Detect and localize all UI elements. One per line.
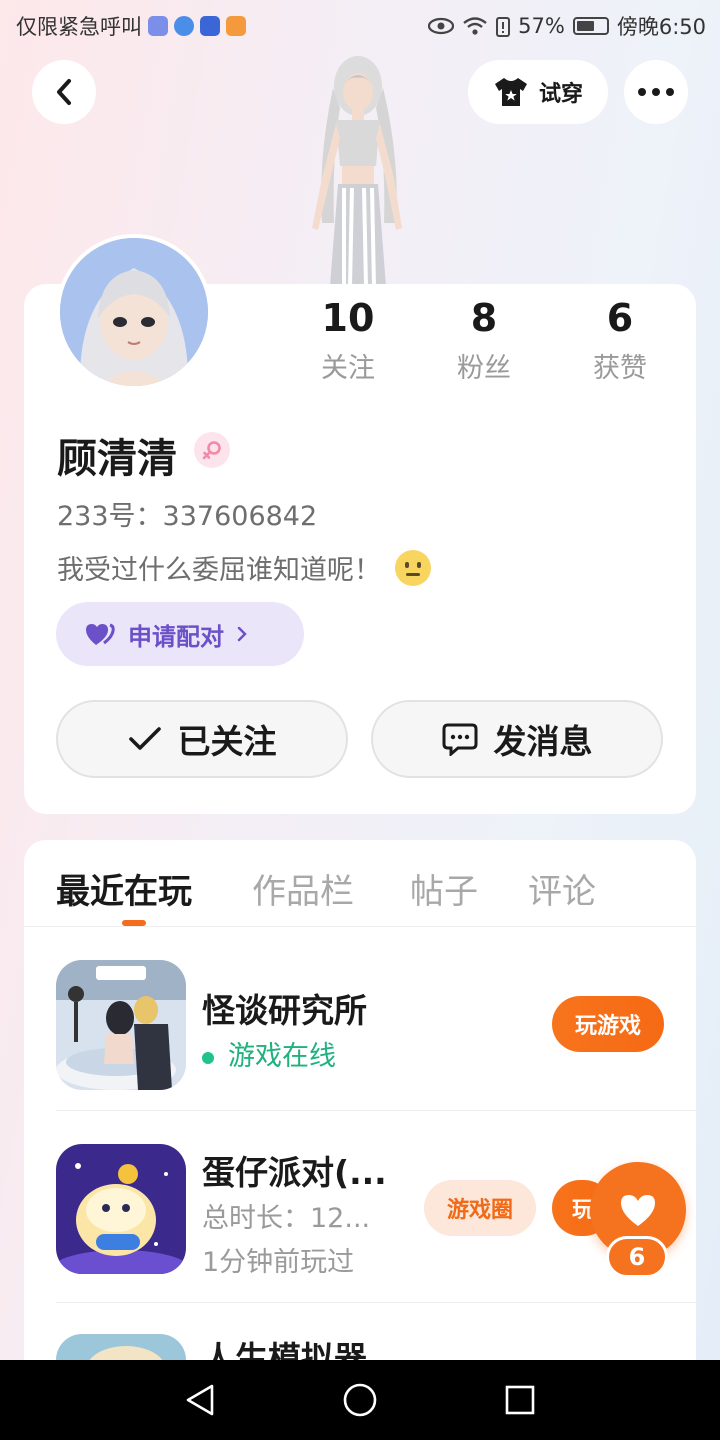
- system-nav-bar: [0, 1360, 720, 1440]
- user-bio: 我受过什么委屈谁知道呢！: [57, 548, 431, 587]
- stat-likes[interactable]: 6 获赞: [560, 296, 680, 385]
- like-count-badge: 6: [606, 1236, 668, 1278]
- tab-works[interactable]: 作品栏: [252, 864, 354, 913]
- stat-following[interactable]: 10 关注: [288, 296, 408, 385]
- avatar-3d-figure: [278, 48, 438, 287]
- game-online-label: 游戏在线: [228, 1041, 336, 1072]
- chevron-right-icon: [237, 626, 247, 642]
- message-bubble-icon: [442, 723, 477, 756]
- neutral-face-emoji-icon: [395, 549, 431, 586]
- tab-posts[interactable]: 帖子: [410, 864, 478, 913]
- play-game-label: 玩游戏: [574, 1014, 641, 1039]
- game-icon-ghost-lab[interactable]: [56, 960, 186, 1090]
- stat-fans-count: 8: [470, 296, 498, 340]
- status-bar: 仅限紧急呼叫 57% 傍晚6:50: [0, 0, 720, 52]
- more-dots-icon: [638, 88, 674, 96]
- play-game-button[interactable]: 玩游戏: [552, 996, 664, 1052]
- game-duration: 总时长：12...: [202, 1203, 371, 1234]
- row-divider: [56, 1302, 696, 1303]
- followed-button[interactable]: 已关注: [56, 700, 348, 778]
- back-button[interactable]: [32, 60, 96, 124]
- game-circle-label: 游戏圈: [446, 1198, 513, 1223]
- game-title[interactable]: 怪谈研究所: [202, 984, 367, 1032]
- triangle-back-icon: [186, 1384, 214, 1416]
- user-bio-text: 我受过什么委屈谁知道呢！: [57, 555, 381, 586]
- carrier-text: 仅限紧急呼叫: [16, 15, 142, 39]
- battery-percent: 57%: [518, 14, 565, 38]
- send-message-button[interactable]: 发消息: [371, 700, 663, 778]
- stat-likes-label: 获赞: [593, 353, 647, 384]
- apply-match-button[interactable]: 申请配对: [56, 602, 304, 666]
- game-title[interactable]: 蛋仔派对(...: [202, 1146, 387, 1194]
- more-options-button[interactable]: [624, 60, 688, 124]
- clock: 傍晚6:50: [616, 15, 706, 39]
- nav-home-button[interactable]: [338, 1378, 382, 1422]
- nav-recents-button[interactable]: [498, 1378, 542, 1422]
- square-recents-icon: [505, 1385, 535, 1415]
- apply-match-label: 申请配对: [128, 622, 224, 651]
- baidu-app-icon: [200, 16, 220, 36]
- online-dot-icon: [202, 1051, 214, 1064]
- check-icon: [128, 727, 161, 750]
- heart-icon: [86, 623, 115, 645]
- heart-icon: [621, 1195, 655, 1226]
- tabs-divider: [24, 926, 696, 927]
- user-id-value: 337606842: [162, 501, 318, 532]
- battery-icon: [572, 17, 609, 35]
- user-id: 233号：337606842: [57, 494, 317, 533]
- send-message-label: 发消息: [493, 722, 593, 761]
- tab-recently-played[interactable]: 最近在玩: [56, 864, 192, 913]
- stat-fans[interactable]: 8 粉丝: [424, 296, 544, 385]
- video-app-icon: [226, 16, 246, 36]
- game-last-played: 1分钟前玩过: [202, 1247, 355, 1278]
- row-divider: [56, 1110, 696, 1111]
- game-circle-button[interactable]: 游戏圈: [424, 1180, 536, 1236]
- stat-following-count: 10: [321, 296, 375, 340]
- user-id-label: 233号：: [57, 501, 163, 532]
- stat-likes-count: 6: [606, 296, 634, 340]
- nav-back-button[interactable]: [178, 1378, 222, 1422]
- eye-icon: [428, 17, 455, 35]
- user-avatar[interactable]: [56, 234, 212, 390]
- user-name: 顾清清: [57, 436, 177, 482]
- followed-label: 已关注: [177, 722, 277, 761]
- stat-following-label: 关注: [321, 353, 375, 384]
- wifi-icon: [463, 17, 487, 35]
- female-icon: [194, 432, 230, 468]
- chevron-left-icon: [57, 79, 71, 105]
- game-icon-eggy-party[interactable]: [56, 1144, 186, 1274]
- try-on-label: 试穿: [538, 82, 583, 107]
- music-app-icon: [148, 16, 168, 36]
- tab-comments[interactable]: 评论: [528, 864, 596, 913]
- shirt-icon: [494, 78, 527, 106]
- stat-fans-label: 粉丝: [457, 353, 511, 384]
- circle-home-icon: [343, 1383, 377, 1417]
- browser-app-icon: [174, 16, 194, 36]
- game-online-status: 游戏在线: [202, 1034, 336, 1073]
- battery-alert-icon: [496, 17, 511, 37]
- try-on-button[interactable]: 试穿: [468, 60, 608, 124]
